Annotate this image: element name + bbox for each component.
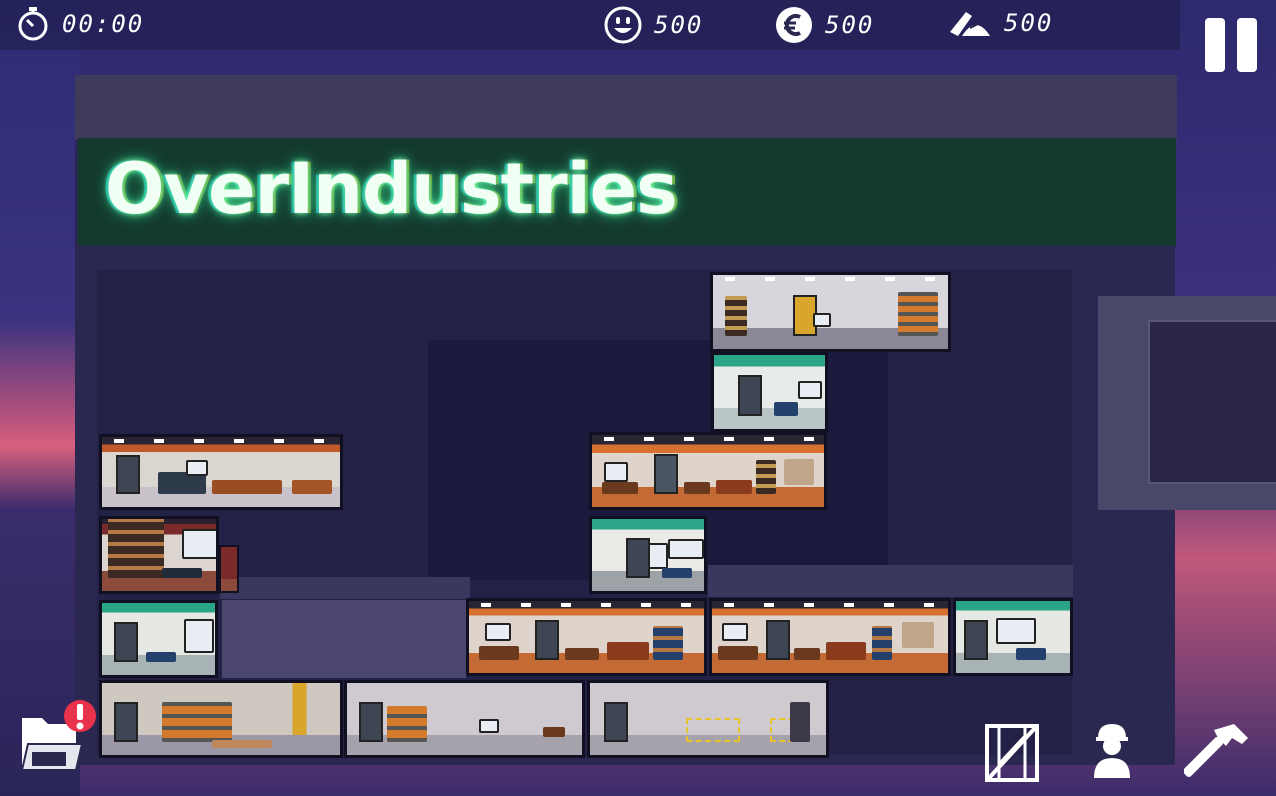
hud-materials: 500 [948, 6, 1053, 40]
folder-alert-icon [20, 700, 96, 771]
room-storage-1[interactable] [99, 680, 343, 758]
sky-background [0, 0, 80, 796]
pause-icon [1205, 18, 1257, 72]
folder-alert-button[interactable] [20, 698, 100, 774]
stopwatch-icon [18, 7, 48, 41]
money-value: 500 [825, 11, 875, 39]
timer-value: 00:00 [62, 10, 145, 38]
pause-button[interactable] [1203, 18, 1261, 74]
crate-icon [985, 724, 1039, 782]
room-production[interactable] [99, 434, 343, 510]
hud-timer: 00:00 [16, 6, 144, 42]
room-office-orange[interactable] [589, 432, 827, 510]
worker-icon [1094, 724, 1130, 778]
crate-button[interactable] [985, 724, 1039, 782]
hud-happiness: 500 [604, 6, 703, 44]
smiley-icon [604, 6, 642, 44]
room-storage-3[interactable] [587, 680, 829, 758]
euro-icon [776, 7, 812, 43]
hud-money: 500 [775, 6, 874, 44]
build-button[interactable] [1183, 724, 1250, 780]
room-lab-green[interactable] [711, 352, 828, 432]
hammer-icon [1183, 724, 1248, 777]
room-lab-right[interactable] [953, 598, 1073, 676]
floor-ledge [220, 577, 470, 599]
worker-button[interactable] [1090, 722, 1134, 780]
materials-icon [950, 12, 990, 36]
room-research-annex [219, 545, 239, 593]
neighbor-window [1148, 320, 1276, 484]
room-lab-left[interactable] [99, 600, 218, 678]
empty-lot [222, 600, 466, 678]
floor-ledge [708, 565, 1073, 597]
materials-value: 500 [1004, 9, 1054, 37]
room-research[interactable] [99, 516, 219, 594]
neighbor-building [1098, 296, 1276, 510]
room-office-orange-3[interactable] [709, 598, 951, 676]
company-logo-text: OverIndustries [105, 148, 678, 230]
happiness-value: 500 [654, 11, 704, 39]
building-roof [75, 75, 1177, 140]
room-storage-2[interactable] [344, 680, 585, 758]
room-warehouse-top[interactable] [710, 272, 951, 352]
room-meeting[interactable] [589, 516, 707, 594]
room-office-orange-2[interactable] [466, 598, 707, 676]
